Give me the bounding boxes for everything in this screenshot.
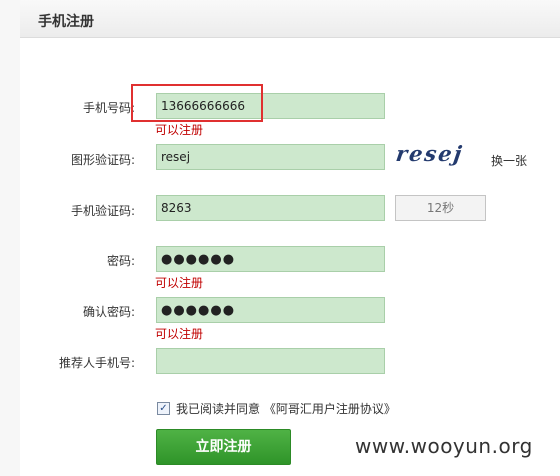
agreement-checkbox[interactable]: ✓ xyxy=(157,402,170,415)
highlight-box xyxy=(131,84,263,122)
referrer-input[interactable] xyxy=(156,348,385,374)
phone-label: 手机号码: xyxy=(82,101,135,115)
left-margin xyxy=(0,0,20,476)
register-button[interactable]: 立即注册 xyxy=(156,429,291,465)
captcha-refresh-link[interactable]: 换一张 xyxy=(491,152,527,169)
sms-code-input[interactable] xyxy=(156,195,385,221)
captcha-label: 图形验证码: xyxy=(70,153,135,167)
page-title: 手机注册 xyxy=(38,14,94,30)
phone-hint: 可以注册 xyxy=(155,123,204,137)
captcha-input[interactable] xyxy=(156,144,385,170)
password-label: 密码: xyxy=(106,254,135,268)
agreement-row[interactable]: ✓ 我已阅读并同意 《阿哥汇用户注册协议》 xyxy=(157,400,396,417)
password-input[interactable] xyxy=(156,246,385,272)
panel-header: 手机注册 xyxy=(20,0,560,38)
confirm-password-label: 确认密码: xyxy=(82,305,135,319)
captcha-image[interactable]: resej xyxy=(394,141,465,169)
send-sms-button[interactable]: 12秒 xyxy=(395,195,486,221)
agreement-text[interactable]: 我已阅读并同意 《阿哥汇用户注册协议》 xyxy=(176,400,396,417)
password-hint: 可以注册 xyxy=(155,276,204,290)
watermark: www.wooyun.org xyxy=(355,434,533,458)
confirm-password-input[interactable] xyxy=(156,297,385,323)
sms-code-label: 手机验证码: xyxy=(70,204,135,218)
confirm-password-hint: 可以注册 xyxy=(155,327,204,341)
referrer-label: 推荐人手机号: xyxy=(58,356,135,370)
registration-page: 手机注册 手机号码: 可以注册 图形验证码: resej 换一张 手机验证码: … xyxy=(0,0,560,476)
